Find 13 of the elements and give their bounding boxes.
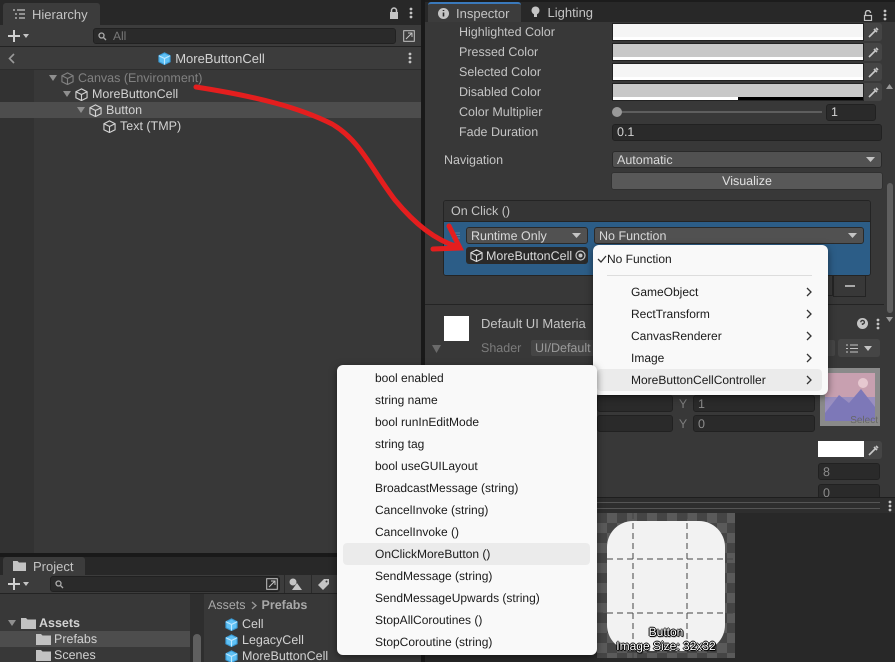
property-label: Pressed Color [459,45,540,59]
axis-label: Y [678,396,688,410]
axis-label: Y [678,416,688,430]
shader-label: Shader [481,341,522,355]
prefab-title: MoreButtonCell [175,50,265,66]
material-name: Default UI Materia [481,316,586,331]
property-label: Fade Duration [459,125,540,139]
property-label: Color Multiplier [459,105,544,119]
property-label: Highlighted Color [459,25,556,39]
preview-label: Button [648,626,685,639]
property-label: Navigation [444,152,504,166]
property-label: Selected Color [459,65,542,79]
property-label: Disabled Color [459,85,542,99]
